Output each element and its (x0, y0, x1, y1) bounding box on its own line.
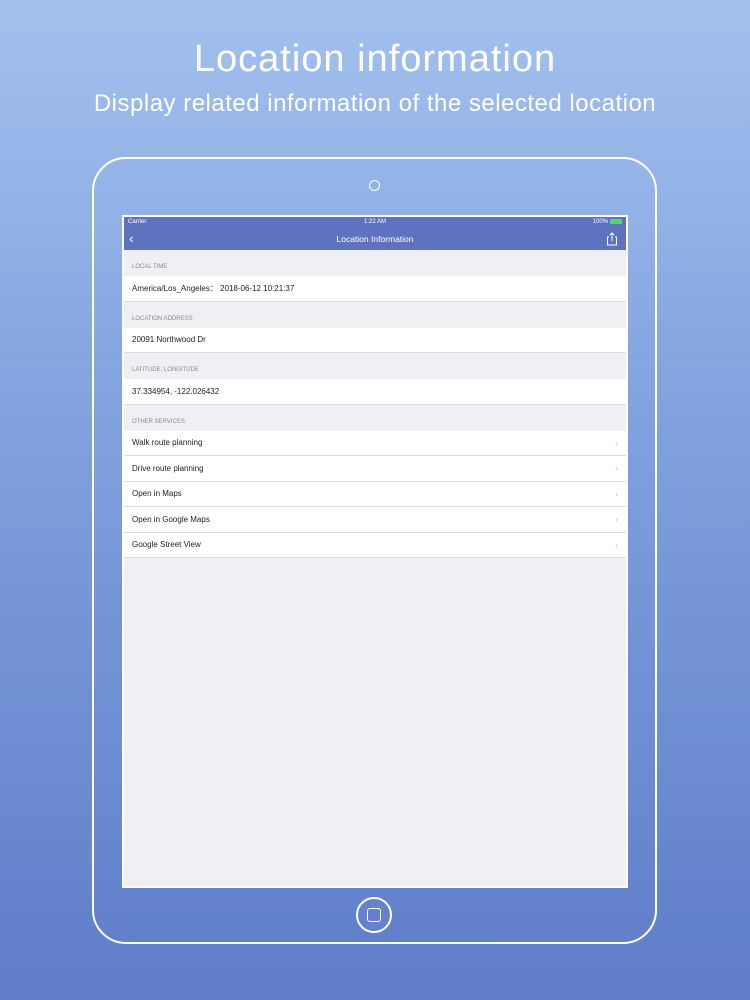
chevron-right-icon: › (615, 463, 618, 473)
hero-subtitle: Display related information of the selec… (93, 90, 657, 117)
nav-bar: ‹ Location Information (124, 229, 626, 250)
service-label: Open in Maps (132, 489, 182, 499)
device-screen: Carrier 1:22 AM 100% ‹ Location Informat… (122, 215, 628, 888)
chevron-right-icon: › (615, 514, 618, 524)
status-time: 1:22 AM (363, 219, 386, 225)
local-time-value: America/Los_Angeles： 2018-06-12 10:21:37 (124, 276, 626, 302)
battery-status: 100% (593, 219, 622, 225)
camera-icon (369, 180, 380, 191)
service-label: Open in Google Maps (132, 514, 210, 524)
section-header-coords: LATITUDE, LONGITUDE (132, 367, 199, 373)
content: LOCAL TIME America/Los_Angeles： 2018-06-… (124, 250, 626, 558)
service-drive-route[interactable]: Drive route planning › (124, 456, 626, 482)
service-open-google-maps[interactable]: Open in Google Maps › (124, 507, 626, 533)
hero-title: Location information (193, 38, 557, 80)
home-square-icon (367, 908, 381, 922)
home-button (356, 897, 392, 933)
section-header-services: OTHER SERVICES (132, 418, 185, 425)
chevron-right-icon: › (615, 488, 618, 499)
nav-title: Location Information (336, 234, 414, 244)
section-header-address: LOCATION ADDRESS (132, 315, 193, 322)
service-walk-route[interactable]: Walk route planning › (124, 430, 626, 456)
address-value: 20091 Northwood Dr (124, 327, 626, 353)
service-open-maps[interactable]: Open in Maps › (124, 481, 626, 507)
service-street-view[interactable]: Google Street View › (124, 532, 626, 558)
battery-percent: 100% (592, 219, 608, 225)
section-header-local-time: LOCAL TIME (132, 264, 168, 270)
chevron-right-icon: › (615, 437, 618, 448)
share-icon[interactable] (606, 232, 618, 246)
coords-value: 37.334954, -122.026432 (124, 379, 626, 405)
service-label: Walk route planning (132, 438, 203, 448)
battery-icon (610, 219, 622, 224)
chevron-right-icon: › (615, 539, 618, 550)
service-label: Drive route planning (132, 463, 204, 473)
status-bar: Carrier 1:22 AM 100% (124, 217, 626, 229)
service-label: Google Street View (132, 540, 201, 550)
